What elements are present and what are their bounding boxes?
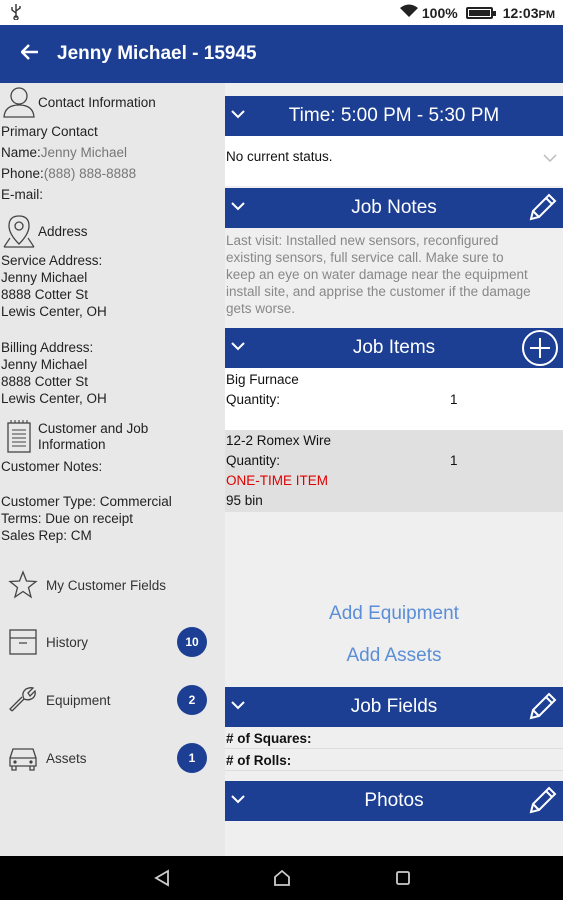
system-navigation-bar xyxy=(0,856,563,900)
archive-box-icon xyxy=(0,628,46,656)
nav-home-icon[interactable] xyxy=(270,866,294,890)
address-section-header: Address xyxy=(0,213,88,249)
customer-sidebar: Contact Information Primary Contact Name… xyxy=(0,83,225,856)
contact-phone[interactable]: Phone:(888) 888-8888 xyxy=(1,165,136,182)
nav-history[interactable]: History 10 xyxy=(0,622,225,662)
address-line: Lewis Center, OH xyxy=(1,304,107,319)
job-field-squares[interactable]: # of Squares: xyxy=(225,728,563,749)
nav-assets[interactable]: Assets 1 xyxy=(0,738,225,778)
sales-rep: Sales Rep: CM xyxy=(1,528,92,543)
billing-address-label: Billing Address: xyxy=(1,340,94,355)
job-notes-title: Job Notes xyxy=(351,197,437,218)
wifi-icon xyxy=(399,4,418,21)
job-notes-text: Last visit: Installed new sensors, recon… xyxy=(226,233,531,316)
photos-header[interactable]: Photos xyxy=(225,781,563,821)
status-bar: 100% 12:03PM xyxy=(0,0,563,25)
usb-icon xyxy=(10,4,22,25)
edit-pencil-icon[interactable] xyxy=(525,784,559,824)
back-arrow-icon xyxy=(20,43,39,65)
chevron-down-icon xyxy=(230,106,246,128)
car-icon xyxy=(0,744,46,772)
person-icon xyxy=(0,86,38,118)
address-line: Jenny Michael xyxy=(1,270,88,285)
one-time-item-tag: ONE-TIME ITEM xyxy=(226,473,328,488)
contact-section-header: Contact Information xyxy=(0,85,156,119)
item-name: 12-2 Romex Wire xyxy=(226,433,332,448)
add-assets-link[interactable]: Add Assets xyxy=(225,645,563,667)
edit-pencil-icon[interactable] xyxy=(525,191,559,231)
battery-icon xyxy=(465,6,496,19)
billing-address[interactable]: Billing Address: Jenny Michael 8888 Cott… xyxy=(1,339,107,407)
clock: 12:03PM xyxy=(502,4,555,21)
service-address-label: Service Address: xyxy=(1,253,103,268)
primary-contact-label: Primary Contact xyxy=(1,124,98,139)
chevron-down-icon xyxy=(230,198,246,220)
service-address[interactable]: Service Address: Jenny Michael 8888 Cott… xyxy=(1,252,107,320)
star-icon xyxy=(0,570,46,600)
add-equipment-link[interactable]: Add Equipment xyxy=(225,603,563,625)
contact-email[interactable]: E-mail: xyxy=(1,186,136,203)
address-heading: Address xyxy=(38,223,88,239)
contact-heading: Contact Information xyxy=(38,94,156,110)
item-quantity: Quantity: 1 xyxy=(226,453,458,468)
nav-label: Assets xyxy=(46,750,87,766)
job-items-title: Job Items xyxy=(352,337,436,358)
assets-count-badge: 1 xyxy=(177,743,207,773)
wrench-icon xyxy=(0,685,46,715)
nav-label: Equipment xyxy=(46,692,111,708)
history-count-badge: 10 xyxy=(177,627,207,657)
job-fields-header[interactable]: Job Fields xyxy=(225,687,563,727)
nav-equipment[interactable]: Equipment 2 xyxy=(0,680,225,720)
contact-name: Name:Jenny Michael xyxy=(1,145,128,160)
payment-terms: Terms: Due on receipt xyxy=(1,511,134,526)
page-title: Jenny Michael - 15945 xyxy=(57,43,257,64)
job-items-header[interactable]: Job Items xyxy=(225,328,563,368)
item-location: 95 bin xyxy=(226,493,263,508)
battery-percent: 100% xyxy=(421,4,458,21)
chevron-down-icon xyxy=(543,150,557,168)
customer-notes-label: Customer Notes: xyxy=(1,459,103,474)
address-line: Jenny Michael xyxy=(1,357,88,372)
job-item-row[interactable]: 12-2 Romex Wire Quantity: 1 ONE-TIME ITEM… xyxy=(225,430,563,512)
add-item-icon[interactable] xyxy=(521,329,559,373)
chevron-down-icon xyxy=(230,791,246,813)
nav-recents-icon[interactable] xyxy=(391,866,415,890)
app-bar: Jenny Michael - 15945 xyxy=(0,25,563,83)
item-name: Big Furnace xyxy=(226,372,299,387)
nav-label: History xyxy=(46,634,89,650)
equipment-count-badge: 2 xyxy=(177,685,207,715)
customer-info-section-header: Customer and Job Information xyxy=(0,419,148,455)
item-quantity: Quantity: 1 xyxy=(226,392,458,407)
job-detail-panel: Time: 5:00 PM - 5:30 PM No current statu… xyxy=(225,83,563,856)
nav-my-customer-fields[interactable]: My Customer Fields xyxy=(0,565,225,605)
photos-title: Photos xyxy=(364,790,424,811)
customer-info-heading: Customer and Job Information xyxy=(38,421,149,452)
chevron-down-icon xyxy=(230,697,246,719)
customer-type: Customer Type: Commercial xyxy=(1,494,172,509)
job-fields-title: Job Fields xyxy=(350,696,438,717)
time-section-header[interactable]: Time: 5:00 PM - 5:30 PM xyxy=(225,96,563,136)
map-pin-icon xyxy=(0,214,38,248)
time-range: Time: 5:00 PM - 5:30 PM xyxy=(288,105,500,126)
address-line: 8888 Cotter St xyxy=(1,374,89,389)
edit-pencil-icon[interactable] xyxy=(525,690,559,730)
status-text: No current status. xyxy=(226,149,333,164)
nav-back-icon[interactable] xyxy=(150,866,174,890)
job-item-row[interactable]: Big Furnace Quantity: 1 xyxy=(225,368,563,430)
address-line: 8888 Cotter St xyxy=(1,287,89,302)
back-button[interactable] xyxy=(0,25,60,83)
chevron-down-icon xyxy=(230,338,246,360)
nav-label: My Customer Fields xyxy=(46,577,167,593)
document-icon xyxy=(0,420,38,454)
job-notes-header[interactable]: Job Notes xyxy=(225,188,563,228)
address-line: Lewis Center, OH xyxy=(1,391,107,406)
job-field-rolls[interactable]: # of Rolls: xyxy=(225,750,563,771)
status-row[interactable]: No current status. xyxy=(225,136,563,186)
